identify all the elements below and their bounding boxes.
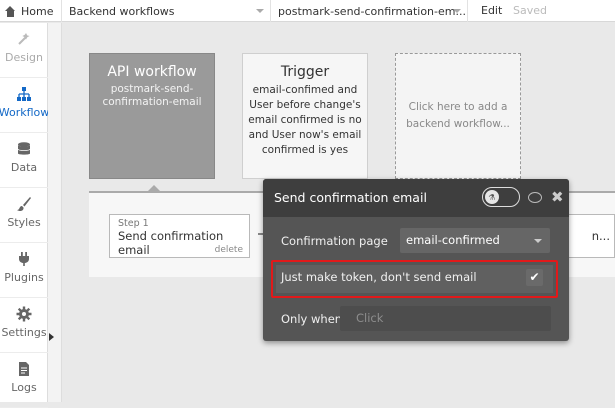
expand-arrow-icon[interactable]: [49, 333, 54, 341]
sidebar-item-workflow[interactable]: Workflow: [0, 78, 50, 133]
confirmation-page-dropdown[interactable]: email-confirmed: [400, 228, 550, 253]
only-when-placeholder: Click: [356, 311, 384, 325]
trigger-condition: email-confimed and User before change's …: [248, 84, 362, 156]
add-workflow-label: Click here to add a backend workflow...: [406, 101, 510, 130]
sidebar-item-logs[interactable]: Logs: [0, 353, 48, 408]
workflow-icon: [17, 87, 31, 101]
step-1-card[interactable]: Step 1 Send confirmation email delete: [109, 214, 250, 258]
sidebar-item-settings[interactable]: Settings: [0, 298, 48, 353]
close-icon[interactable]: ✖: [551, 187, 564, 207]
chevron-down-icon: [534, 239, 542, 243]
chevron-down-icon: [453, 9, 461, 13]
home-button[interactable]: Home: [0, 0, 62, 22]
popup-title: Send confirmation email: [274, 190, 427, 205]
token-only-label: Just make token, don't send email: [281, 270, 477, 284]
api-workflow-name: postmark-send-confirmation-email: [102, 83, 202, 108]
design-icon: [18, 33, 30, 45]
confirmation-page-label: Confirmation page: [281, 234, 388, 248]
sidebar-item-label: Logs: [11, 381, 37, 394]
styles-icon: [17, 197, 31, 212]
flask-icon: ⚗: [485, 190, 499, 204]
data-icon: [17, 142, 31, 155]
action-property-editor: Send confirmation email ⚗ ✖ Confirmation…: [263, 179, 569, 341]
sidebar-item-label: Plugins: [4, 271, 44, 284]
trigger-title: Trigger: [280, 64, 330, 80]
home-label: Home: [21, 4, 54, 18]
plugins-icon: [19, 252, 29, 266]
top-bar: Home Backend workflows postmark-send-con…: [0, 0, 615, 22]
only-when-label: Only when: [281, 312, 343, 326]
sidebar-item-plugins[interactable]: Plugins: [0, 243, 48, 298]
saved-status: Saved: [513, 4, 547, 17]
debug-toggle[interactable]: ⚗: [482, 187, 520, 207]
sidebar-item-label: Settings: [1, 326, 47, 339]
sidebar-item-label: Workflow: [0, 106, 50, 119]
sidebar-item-label: Styles: [7, 216, 41, 229]
home-icon: [5, 5, 16, 17]
only-when-condition-field[interactable]: Click: [340, 306, 551, 331]
sidebar-item-label: Design: [5, 51, 43, 64]
token-only-checkbox[interactable]: ✔: [526, 269, 543, 286]
workflow-selector[interactable]: postmark-send-confirmation-em...: [272, 0, 468, 22]
panel-collapse-strip: [48, 23, 62, 402]
step-number: Step 1: [118, 218, 149, 229]
api-workflow-card[interactable]: API workflow postmark-send-confirmation-…: [89, 53, 215, 179]
sidebar-item-label: Data: [10, 161, 38, 174]
settings-icon: [16, 306, 32, 322]
edit-menu[interactable]: Edit: [481, 0, 502, 22]
sidebar-item-data[interactable]: Data: [0, 133, 48, 188]
popup-header[interactable]: Send confirmation email ⚗ ✖: [263, 179, 569, 217]
trigger-card[interactable]: Trigger email-confimed and User before c…: [242, 53, 368, 179]
confirmation-page-value: email-confirmed: [406, 233, 500, 247]
sidebar: Design Workflow Data Styles Plugins Sett…: [0, 23, 50, 408]
page-selector-value: Backend workflows: [69, 4, 175, 18]
add-backend-workflow-card[interactable]: Click here to add a backend workflow...: [395, 53, 521, 179]
page-selector[interactable]: Backend workflows: [63, 0, 271, 22]
step-title: n...: [591, 229, 610, 243]
comment-icon[interactable]: [528, 192, 542, 203]
logs-icon: [19, 362, 29, 376]
sidebar-item-styles[interactable]: Styles: [0, 188, 48, 243]
workflow-selector-value: postmark-send-confirmation-em...: [278, 4, 466, 18]
sidebar-item-design[interactable]: Design: [0, 23, 48, 78]
delete-step-link[interactable]: delete: [215, 245, 243, 255]
chevron-down-icon: [256, 9, 264, 13]
api-workflow-title: API workflow: [107, 64, 197, 80]
